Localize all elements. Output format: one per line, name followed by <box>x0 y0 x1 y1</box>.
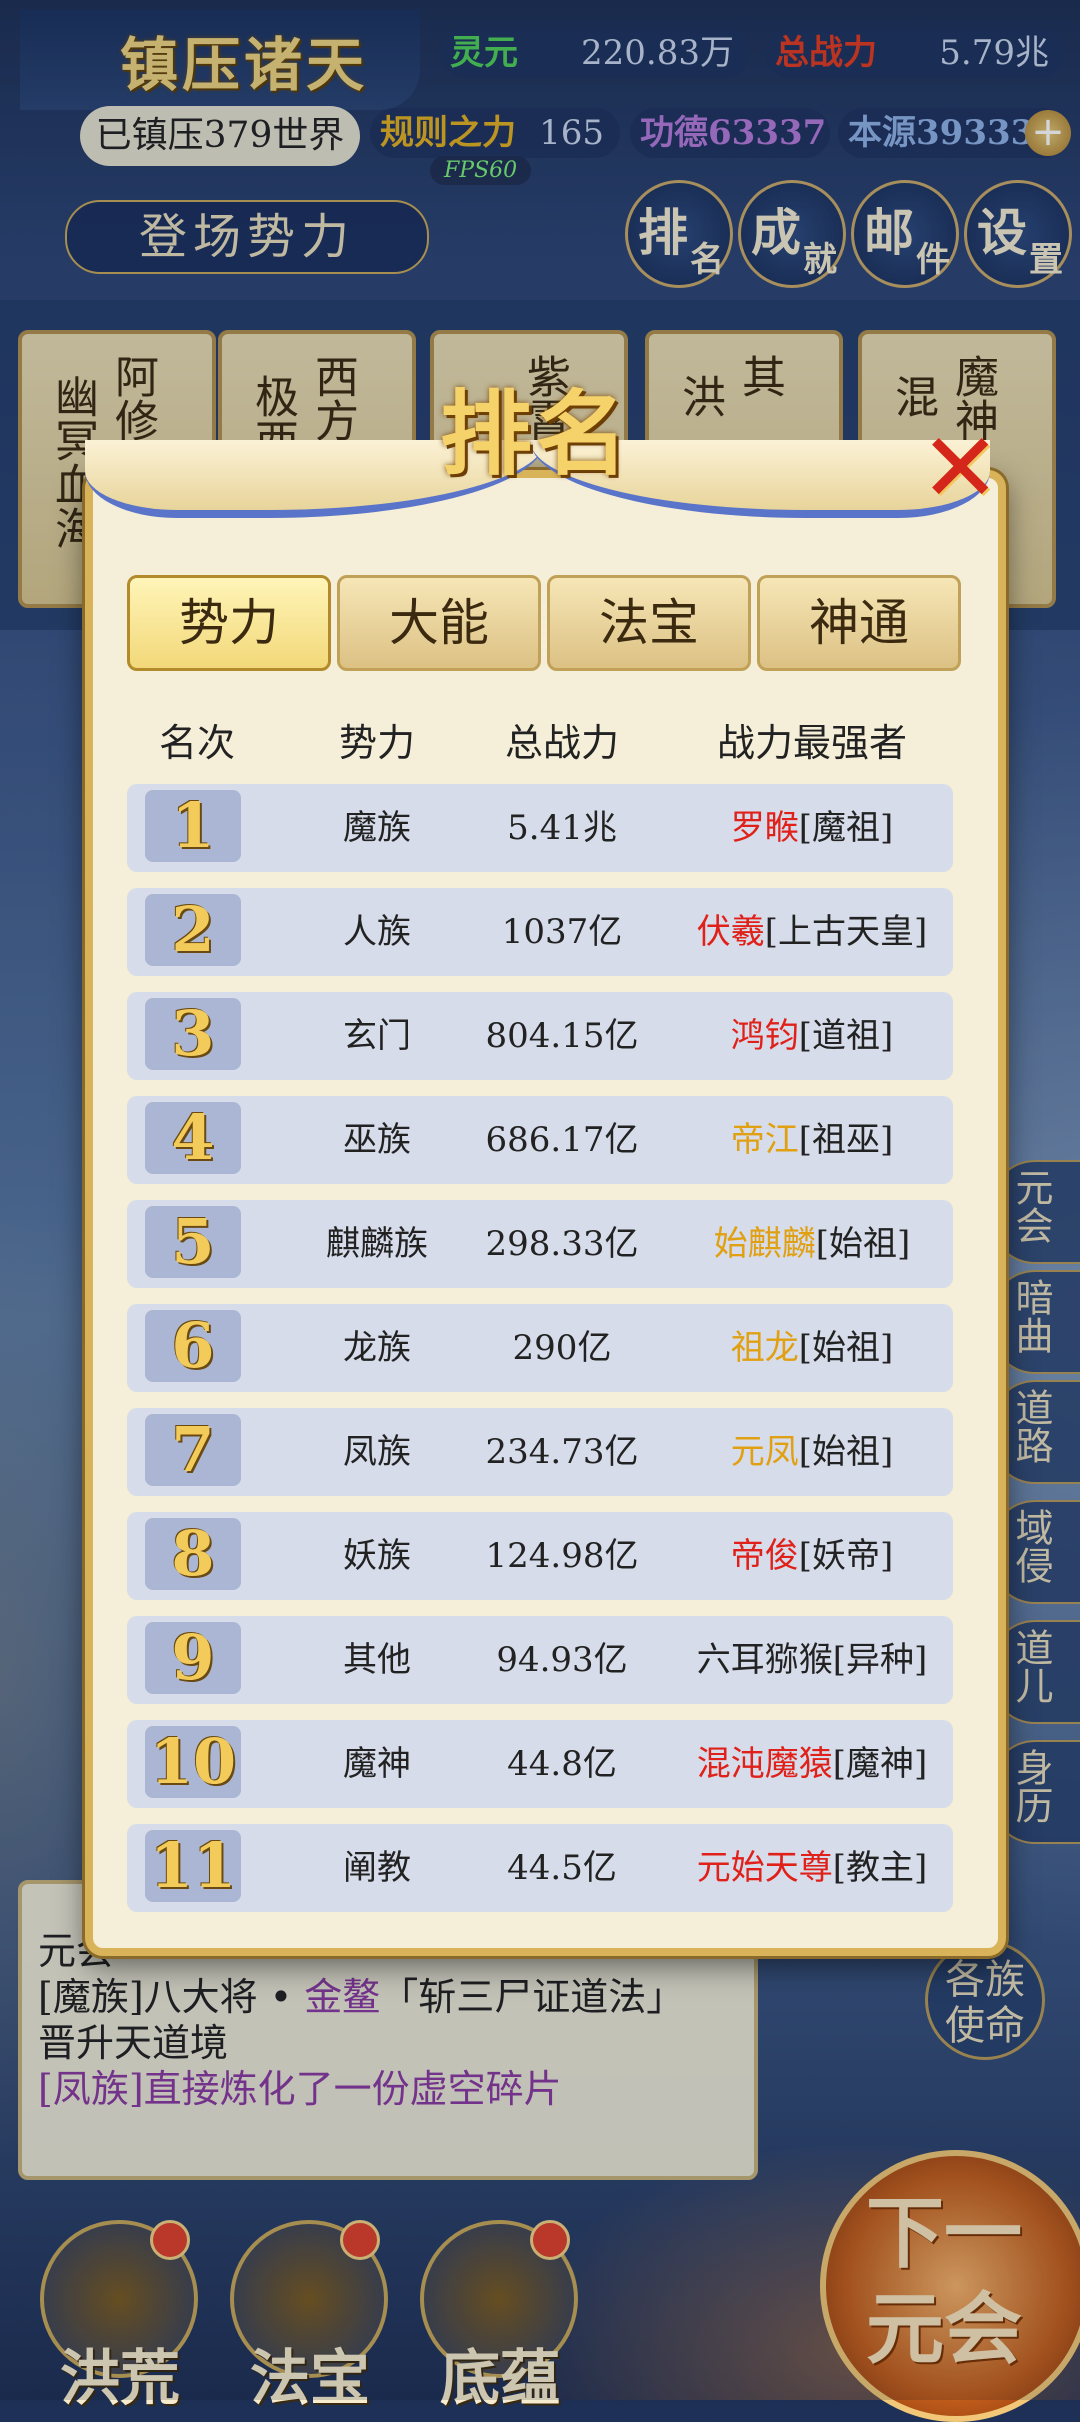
strongest-cell: 混沌魔猿[魔神] <box>667 1720 957 1808</box>
table-row[interactable]: 5 麒麟族 298.33亿 始麒麟[始祖] <box>127 1200 953 1288</box>
rank-badge: 8 <box>145 1518 241 1590</box>
strongest-cell: 伏羲[上古天皇] <box>667 888 957 976</box>
strongest-name: 混沌魔猿 <box>696 1744 833 1784</box>
strongest-cell: 帝江[祖巫] <box>667 1096 957 1184</box>
modal-title: 排名 <box>440 380 633 488</box>
strongest-name: 帝俊 <box>730 1536 799 1576</box>
table-row[interactable]: 1 魔族 5.41兆 罗睺[魔祖] <box>127 784 953 872</box>
tab-forces[interactable]: 势力 <box>127 575 331 671</box>
rank-badge: 5 <box>145 1206 241 1278</box>
strongest-cell: 罗睺[魔祖] <box>667 784 957 872</box>
strongest-title: [始祖] <box>815 1224 911 1264</box>
strongest-name: 伏羲 <box>696 912 765 952</box>
rank-badge: 7 <box>145 1414 241 1486</box>
force-name: 魔族 <box>343 808 411 848</box>
force-power: 124.98亿 <box>485 1536 639 1576</box>
header-total-power: 总战力 <box>504 721 619 765</box>
force-power: 44.8亿 <box>507 1744 617 1784</box>
tab-abilities[interactable]: 神通 <box>757 575 961 671</box>
strongest-name: 帝江 <box>730 1120 799 1160</box>
force-power: 290亿 <box>512 1328 612 1368</box>
strongest-name: 鸿钧 <box>730 1016 799 1056</box>
strongest-name: 六耳猕猴 <box>696 1640 833 1680</box>
rank-badge: 10 <box>145 1726 241 1798</box>
rank-badge: 9 <box>145 1622 241 1694</box>
table-row[interactable]: 8 妖族 124.98亿 帝俊[妖帝] <box>127 1512 953 1600</box>
strongest-name: 罗睺 <box>730 808 799 848</box>
strongest-title: [教主] <box>832 1848 928 1888</box>
strongest-name: 祖龙 <box>730 1328 799 1368</box>
strongest-title: [魔祖] <box>798 808 894 848</box>
strongest-cell: 帝俊[妖帝] <box>667 1512 957 1600</box>
force-power: 1037亿 <box>501 912 623 952</box>
table-row[interactable]: 7 凤族 234.73亿 元凤[始祖] <box>127 1408 953 1496</box>
table-row[interactable]: 9 其他 94.93亿 六耳猕猴[异种] <box>127 1616 953 1704</box>
tab-treasures[interactable]: 法宝 <box>547 575 751 671</box>
strongest-title: [妖帝] <box>798 1536 894 1576</box>
force-power: 686.17亿 <box>485 1120 639 1160</box>
strongest-name: 元始天尊 <box>696 1848 833 1888</box>
force-power: 234.73亿 <box>485 1432 639 1472</box>
table-row[interactable]: 11 阐教 44.5亿 元始天尊[教主] <box>127 1824 953 1912</box>
strongest-title: [祖巫] <box>798 1120 894 1160</box>
strongest-cell: 鸿钧[道祖] <box>667 992 957 1080</box>
rank-badge: 1 <box>145 790 241 862</box>
strongest-name: 始麒麟 <box>713 1224 816 1264</box>
table-row[interactable]: 4 巫族 686.17亿 帝江[祖巫] <box>127 1096 953 1184</box>
strongest-name: 元凤 <box>730 1432 799 1472</box>
strongest-title: [始祖] <box>798 1328 894 1368</box>
strongest-cell: 始麒麟[始祖] <box>667 1200 957 1288</box>
rank-badge: 3 <box>145 998 241 1070</box>
force-name: 龙族 <box>343 1328 411 1368</box>
force-power: 94.93亿 <box>496 1640 628 1680</box>
table-row[interactable]: 2 人族 1037亿 伏羲[上古天皇] <box>127 888 953 976</box>
strongest-title: [魔神] <box>832 1744 928 1784</box>
force-name: 阐教 <box>343 1848 411 1888</box>
rank-badge: 4 <box>145 1102 241 1174</box>
force-power: 5.41兆 <box>507 808 617 848</box>
force-name: 其他 <box>343 1640 411 1680</box>
strongest-cell: 元凤[始祖] <box>667 1408 957 1496</box>
strongest-cell: 六耳猕猴[异种] <box>667 1616 957 1704</box>
header-force: 势力 <box>338 721 415 765</box>
strongest-cell: 祖龙[始祖] <box>667 1304 957 1392</box>
force-power: 44.5亿 <box>507 1848 617 1888</box>
force-name: 妖族 <box>343 1536 411 1576</box>
header-rank: 名次 <box>158 721 235 765</box>
close-icon[interactable]: ✕ <box>920 420 1000 516</box>
table-row[interactable]: 10 魔神 44.8亿 混沌魔猿[魔神] <box>127 1720 953 1808</box>
force-name: 凤族 <box>343 1432 411 1472</box>
force-name: 巫族 <box>343 1120 411 1160</box>
force-name: 麒麟族 <box>326 1224 428 1264</box>
force-power: 804.15亿 <box>485 1016 639 1056</box>
force-power: 298.33亿 <box>485 1224 639 1264</box>
strongest-title: [上古天皇] <box>764 912 928 952</box>
rank-badge: 2 <box>145 894 241 966</box>
strongest-title: [异种] <box>832 1640 928 1680</box>
header-strongest: 战力最强者 <box>716 721 907 765</box>
strongest-title: [始祖] <box>798 1432 894 1472</box>
tab-powerhouses[interactable]: 大能 <box>337 575 541 671</box>
force-name: 魔神 <box>343 1744 411 1784</box>
rank-badge: 6 <box>145 1310 241 1382</box>
rank-badge: 11 <box>145 1830 241 1902</box>
table-row[interactable]: 3 玄门 804.15亿 鸿钧[道祖] <box>127 992 953 1080</box>
strongest-cell: 元始天尊[教主] <box>667 1824 957 1912</box>
table-row[interactable]: 6 龙族 290亿 祖龙[始祖] <box>127 1304 953 1392</box>
force-name: 玄门 <box>343 1016 411 1056</box>
force-name: 人族 <box>343 912 411 952</box>
strongest-title: [道祖] <box>798 1016 894 1056</box>
